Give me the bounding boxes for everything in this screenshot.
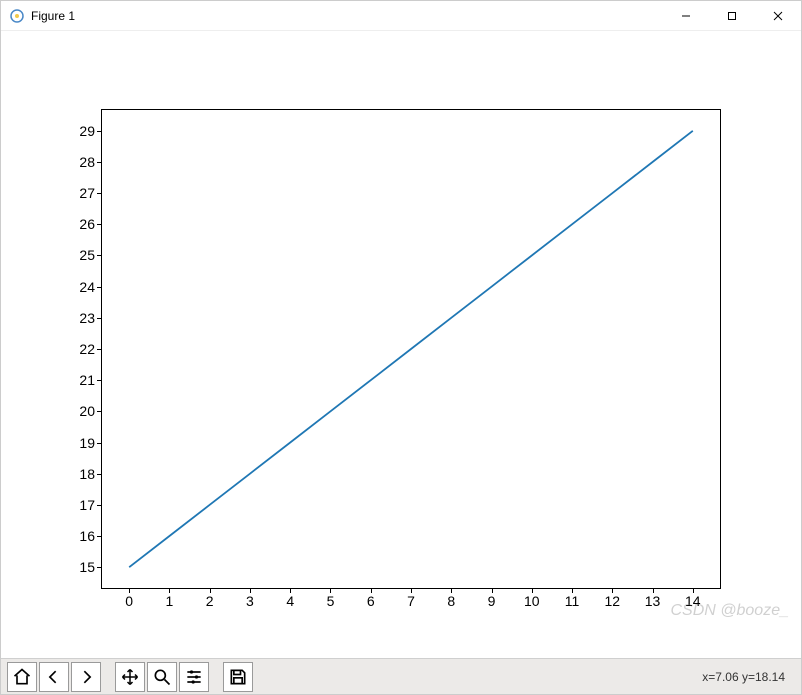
navigation-toolbar: x=7.06 y=18.14: [1, 658, 801, 694]
line-series: [101, 109, 721, 589]
x-tick-label: 11: [565, 593, 580, 609]
y-tick-label: 24: [61, 279, 95, 295]
cursor-coordinates: x=7.06 y=18.14: [702, 670, 795, 684]
x-tick-label: 4: [286, 593, 294, 609]
y-tick-label: 16: [61, 528, 95, 544]
x-tick-label: 13: [645, 593, 661, 609]
x-tick-label: 6: [367, 593, 375, 609]
minimize-button[interactable]: [663, 1, 709, 31]
window-title: Figure 1: [31, 9, 75, 23]
y-tick-label: 29: [61, 123, 95, 139]
pan-button[interactable]: [115, 662, 145, 692]
y-tick-label: 25: [61, 247, 95, 263]
y-tick-label: 21: [61, 372, 95, 388]
x-tick-label: 0: [125, 593, 133, 609]
y-tick-label: 20: [61, 403, 95, 419]
configure-button[interactable]: [179, 662, 209, 692]
plot-canvas[interactable]: 151617181920212223242526272829 012345678…: [1, 31, 801, 658]
save-button[interactable]: [223, 662, 253, 692]
x-tick-label: 1: [166, 593, 174, 609]
x-tick-label: 5: [327, 593, 335, 609]
x-tick-label: 9: [488, 593, 496, 609]
y-tick-label: 28: [61, 154, 95, 170]
y-tick-label: 17: [61, 497, 95, 513]
x-tick-label: 12: [605, 593, 621, 609]
x-tick-label: 8: [447, 593, 455, 609]
y-tick-label: 27: [61, 185, 95, 201]
zoom-button[interactable]: [147, 662, 177, 692]
y-tick-label: 15: [61, 559, 95, 575]
home-button[interactable]: [7, 662, 37, 692]
y-tick-label: 18: [61, 466, 95, 482]
y-tick-label: 23: [61, 310, 95, 326]
x-tick-label: 7: [407, 593, 415, 609]
x-tick-label: 14: [685, 593, 701, 609]
x-tick-label: 10: [524, 593, 540, 609]
back-button[interactable]: [39, 662, 69, 692]
y-tick-label: 22: [61, 341, 95, 357]
x-tick-label: 3: [246, 593, 254, 609]
forward-button[interactable]: [71, 662, 101, 692]
y-tick-label: 26: [61, 216, 95, 232]
app-icon: [9, 8, 25, 24]
y-tick-label: 19: [61, 435, 95, 451]
close-button[interactable]: [755, 1, 801, 31]
window-titlebar: Figure 1: [1, 1, 801, 31]
maximize-button[interactable]: [709, 1, 755, 31]
x-tick-label: 2: [206, 593, 214, 609]
